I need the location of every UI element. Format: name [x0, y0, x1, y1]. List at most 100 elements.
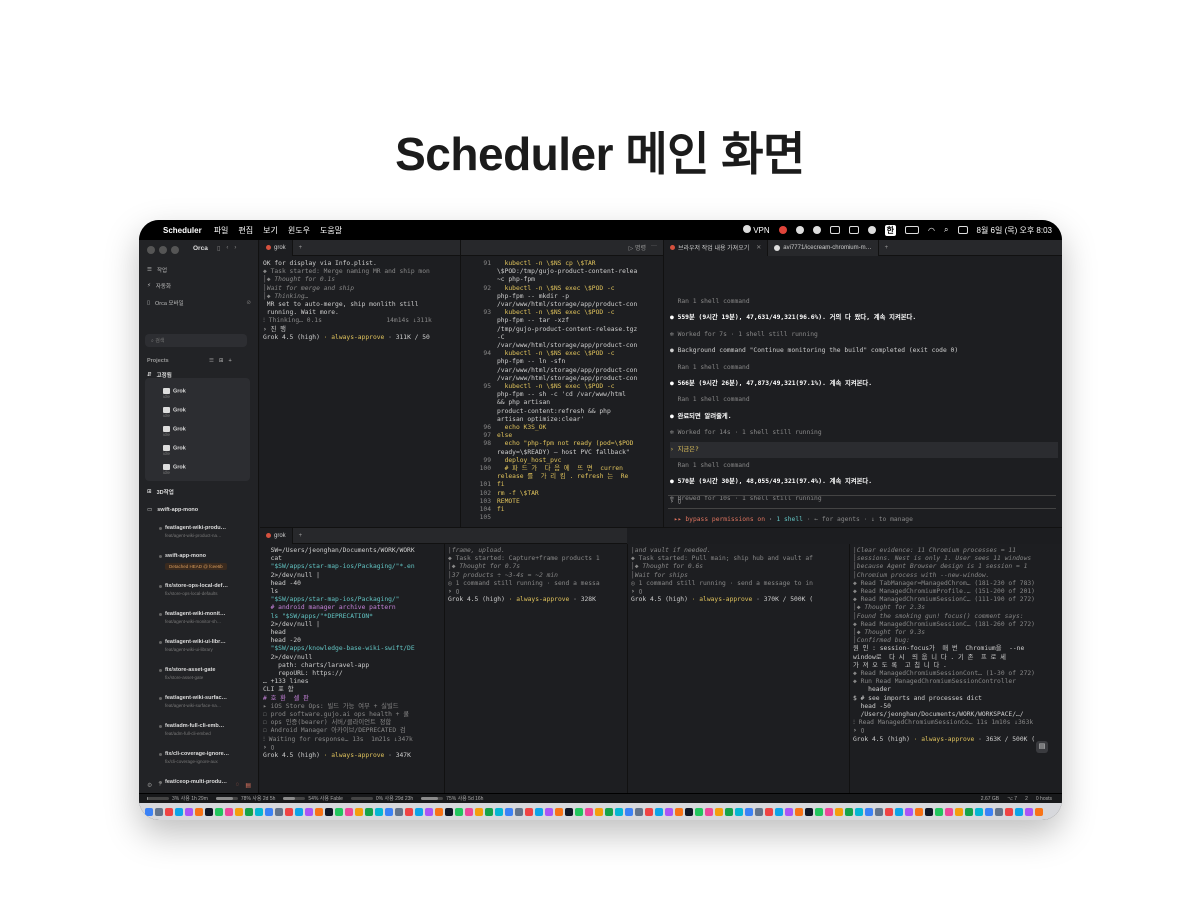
- worktree-item[interactable]: feat/adm-full-cli-emb… feat/adm-full-cli-…: [159, 723, 224, 736]
- dock-app-icon[interactable]: [755, 807, 763, 816]
- worktree-item[interactable]: feat/agent-wiki-surfac… feat/agent-wiki-s…: [159, 695, 227, 708]
- pinned-item[interactable]: Grok idle: [163, 388, 186, 399]
- code-listing[interactable]: 91 kubectl -n \$NS cp \$TAR \$POD:/tmp/gu…: [467, 260, 663, 523]
- dock-app-icon[interactable]: [675, 807, 683, 816]
- dock-app-icon[interactable]: [985, 807, 993, 816]
- pane-grok-bottom[interactable]: grok + SW=/Users/jeonghan/Documents/WORK…: [260, 528, 627, 793]
- repo-swift-app-mono[interactable]: ▭ swift-app-mono: [147, 507, 198, 513]
- dock-app-icon[interactable]: [325, 807, 333, 816]
- dock-app-icon[interactable]: [285, 807, 293, 816]
- dock-app-icon[interactable]: [545, 807, 553, 816]
- menu-edit[interactable]: 편집: [238, 225, 253, 236]
- dock-app-icon[interactable]: [505, 807, 513, 816]
- dock-app-icon[interactable]: [765, 807, 773, 816]
- dock-app-icon[interactable]: [215, 807, 223, 816]
- status-item[interactable]: ⌥ 7: [1007, 796, 1017, 802]
- pane-grok-ships[interactable]: │and vault if needed. ◆ Task started: Pul…: [628, 544, 849, 793]
- dock-app-icon[interactable]: [645, 807, 653, 816]
- dock-app-icon[interactable]: [415, 807, 423, 816]
- worktree-item[interactable]: feat/agent-wiki-monit… feat/agent-wiki-mo…: [159, 611, 226, 624]
- sidebar-search[interactable]: ⌕ 검색: [145, 334, 247, 347]
- agent-log[interactable]: Ran 1 shell command ● 559분 (9시간 19분), 47,…: [670, 294, 1058, 507]
- dock-app-icon[interactable]: [725, 807, 733, 816]
- search-icon[interactable]: ⌕: [944, 225, 948, 235]
- dock-app-icon[interactable]: [705, 807, 713, 816]
- menu-window[interactable]: 윈도우: [288, 225, 310, 236]
- minimize-button[interactable]: [159, 246, 167, 254]
- worktree-item[interactable]: fix/store-asset-gate fix/store-asset-gate: [159, 667, 215, 680]
- terminal-output[interactable]: SW=/Users/jeonghan/Documents/WORK/WORK c…: [263, 547, 443, 760]
- dock-app-icon[interactable]: [905, 807, 913, 816]
- menu-help[interactable]: 도움말: [320, 225, 342, 236]
- dock-app-icon[interactable]: [395, 807, 403, 816]
- new-tab-button[interactable]: +: [293, 533, 309, 539]
- dock-app-icon[interactable]: [455, 807, 463, 816]
- terminal-output[interactable]: OK for display via Info.plist. ◆ Task sta…: [263, 260, 457, 342]
- zoom-button[interactable]: [171, 246, 179, 254]
- dock-app-icon[interactable]: [585, 807, 593, 816]
- window-icon[interactable]: [848, 226, 859, 234]
- dock-app-icon[interactable]: [155, 807, 163, 816]
- dock-app-icon[interactable]: [205, 807, 213, 816]
- close-button[interactable]: [147, 246, 155, 254]
- dock-app-icon[interactable]: [665, 807, 673, 816]
- sidebar-item-mobile[interactable]: ▯ Orca 모바일 ⊘: [147, 299, 251, 307]
- usage-indicator[interactable]: 78% 사용 2d 5h: [215, 795, 275, 802]
- run-command-button[interactable]: ▷ 명령: [629, 243, 646, 252]
- agent-input[interactable]: › ▯: [668, 495, 1056, 509]
- dock-app-icon[interactable]: [405, 807, 413, 816]
- dock-app-icon[interactable]: [525, 807, 533, 816]
- usage-indicator[interactable]: 0% 사용 29d 23h: [350, 795, 413, 802]
- sidebar-toggle-icon[interactable]: ▯: [217, 245, 220, 252]
- tab-grok[interactable]: grok: [260, 240, 293, 256]
- dock-app-icon[interactable]: [715, 807, 723, 816]
- worktree-item[interactable]: fix/store-ops-local-def… fix/store-ops-lo…: [159, 583, 228, 596]
- dock-app-icon[interactable]: [615, 807, 623, 816]
- dock-app-icon[interactable]: [295, 807, 303, 816]
- dock-app-icon[interactable]: [345, 807, 353, 816]
- dock-app-icon[interactable]: [355, 807, 363, 816]
- dock-app-icon[interactable]: [805, 807, 813, 816]
- help-icon[interactable]: ?: [158, 782, 161, 789]
- group-3d[interactable]: ⊞ 3D작업: [147, 488, 174, 496]
- pane-agent[interactable]: 브라우저 작업 내용 가져오기 ✕ avi7771/icecream-chromi…: [664, 240, 1062, 527]
- dock-app-icon[interactable]: [635, 807, 643, 816]
- new-tab-button[interactable]: +: [293, 245, 309, 251]
- dock-app-icon[interactable]: [275, 807, 283, 816]
- layout-icon[interactable]: ▤: [245, 782, 251, 789]
- dock-app-icon[interactable]: [515, 807, 523, 816]
- dock-app-icon[interactable]: [425, 807, 433, 816]
- dock-app-icon[interactable]: [145, 807, 153, 816]
- sidebar-item-automation[interactable]: ⚡︎ 자동화: [147, 282, 171, 290]
- dock-app-icon[interactable]: [175, 807, 183, 816]
- menu-file[interactable]: 파일: [214, 225, 229, 236]
- dock-app-icon[interactable]: [365, 807, 373, 816]
- dock-app-icon[interactable]: [625, 807, 633, 816]
- dock-app-icon[interactable]: [335, 807, 343, 816]
- dock-app-icon[interactable]: [465, 807, 473, 816]
- dock-app-icon[interactable]: [315, 807, 323, 816]
- binoculars-icon[interactable]: [795, 226, 804, 234]
- dock-app-icon[interactable]: [925, 807, 933, 816]
- pinned-item[interactable]: Grok idle: [163, 407, 186, 418]
- forward-icon[interactable]: ›: [234, 245, 236, 252]
- pinned-item[interactable]: Grok idle: [163, 445, 186, 456]
- pane-grok-chromium[interactable]: │Clear evidence: 11 Chromium processes =…: [850, 544, 1062, 793]
- user-icon[interactable]: [867, 226, 876, 234]
- more-icon[interactable]: ···: [651, 243, 657, 252]
- pane-grok-top[interactable]: grok + OK for display via Info.plist. ◆ T…: [260, 240, 460, 527]
- dock-app-icon[interactable]: [475, 807, 483, 816]
- dock-app-icon[interactable]: [795, 807, 803, 816]
- menubar-datetime[interactable]: 8월 6일 (목) 오후 8:03: [977, 225, 1053, 236]
- dock-app-icon[interactable]: [775, 807, 783, 816]
- dock-app-icon[interactable]: [375, 807, 383, 816]
- worktree-item[interactable]: fix/cli-coverage-ignore… fix/cli-coverage…: [159, 751, 229, 764]
- dock-app-icon[interactable]: [735, 807, 743, 816]
- tab-browser-task[interactable]: 브라우저 작업 내용 가져오기 ✕: [664, 240, 769, 256]
- dock-app-icon[interactable]: [845, 807, 853, 816]
- divider[interactable]: [444, 544, 445, 793]
- dock-app-icon[interactable]: [855, 807, 863, 816]
- projects-actions[interactable]: ☰⊞+: [209, 358, 237, 364]
- dock-app-icon[interactable]: [965, 807, 973, 816]
- dock-app-icon[interactable]: [935, 807, 943, 816]
